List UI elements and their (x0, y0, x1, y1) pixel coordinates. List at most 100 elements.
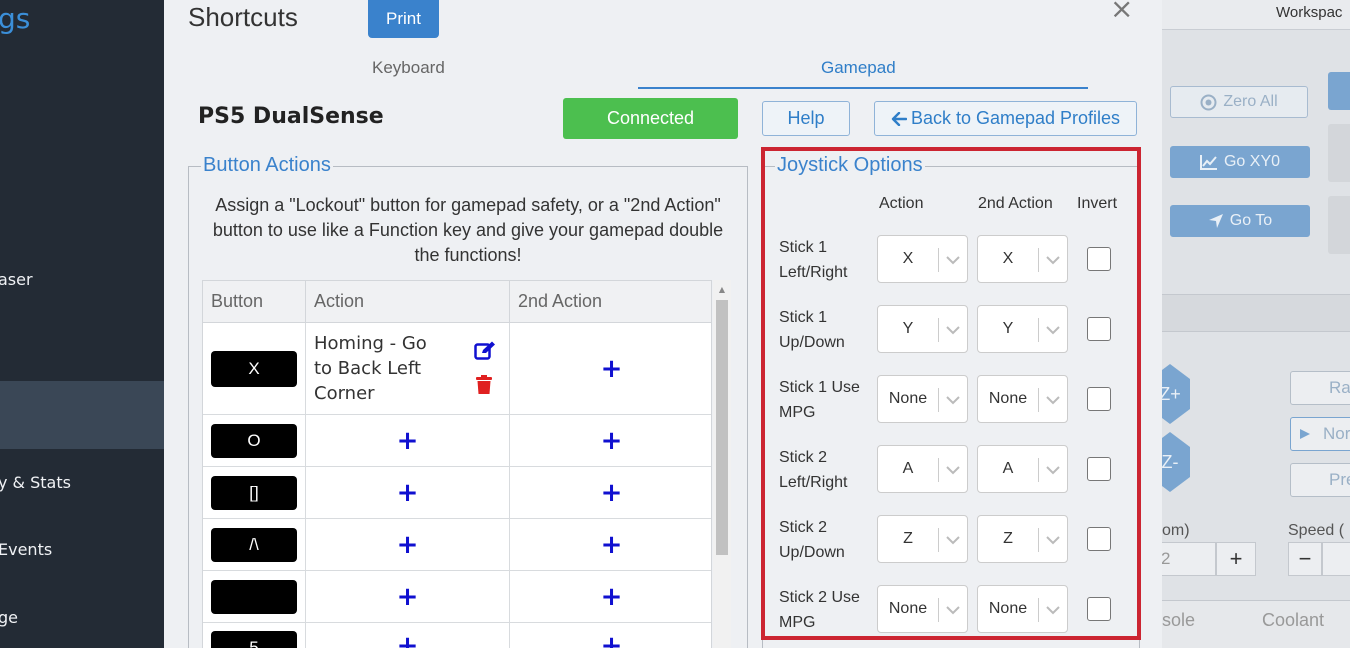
back-to-profiles-button[interactable]: Back to Gamepad Profiles (874, 101, 1137, 136)
go-to-button[interactable]: Go To (1170, 205, 1310, 237)
speed-label: Speed ( (1288, 522, 1345, 539)
highlight-box (761, 147, 1141, 640)
location-arrow-icon (1208, 214, 1223, 228)
second-action-cell: + (510, 415, 711, 466)
speed-input[interactable] (1322, 542, 1350, 576)
go-xy0-button[interactable]: Go XY0 (1170, 146, 1310, 178)
action-cell: Homing - Go to Back Left Corner (306, 323, 510, 414)
add-second-action-button[interactable]: + (601, 633, 623, 648)
button-cell: 5 (203, 623, 306, 648)
add-second-action-button[interactable]: + (601, 356, 623, 382)
side-button[interactable] (1328, 72, 1350, 110)
sidebar-item-label: ge (0, 607, 18, 627)
nor-button[interactable]: Nor (1290, 417, 1350, 451)
add-second-action-button[interactable]: + (601, 584, 623, 610)
sidebar-item-stats[interactable]: y & Stats (0, 449, 164, 515)
sidebar-item-storage[interactable]: ge (0, 584, 164, 648)
button-cell (203, 571, 306, 622)
edit-icon[interactable] (474, 341, 496, 361)
ra-button[interactable]: Ra (1290, 371, 1350, 405)
dialog-title: Shortcuts (188, 2, 298, 32)
section-description: Assign a "Lockout" button for gamepad sa… (212, 195, 724, 265)
pre-button[interactable]: Pre (1290, 463, 1350, 497)
gamepad-button-key (211, 579, 297, 614)
connected-status-button[interactable]: Connected (563, 98, 738, 139)
second-action-cell: + (510, 519, 711, 570)
column-header: 2nd Action (510, 281, 711, 323)
step-input[interactable]: 2 (1162, 542, 1216, 576)
z-plus-label: Z+ (1162, 383, 1181, 404)
tab-coolant[interactable]: Coolant (1262, 610, 1324, 631)
add-action-button[interactable]: + (397, 584, 419, 610)
sidebar-item-label: Events (0, 539, 53, 559)
gamepad-button-key: 5 (211, 631, 297, 648)
second-action-cell: + (510, 571, 711, 622)
table-row: X Homing - Go to Back Left Corner + (203, 323, 711, 415)
table-scrollbar[interactable]: ▲ (713, 280, 731, 648)
side-panel (1328, 196, 1350, 254)
table-row: O + + (203, 415, 711, 467)
table-row: + + (203, 571, 711, 623)
tab-keyboard[interactable]: Keyboard (372, 58, 445, 78)
table-row: [] + + (203, 467, 711, 519)
gamepad-button-key: [] (211, 475, 297, 510)
add-second-action-button[interactable]: + (601, 480, 623, 506)
field-label-om: om) (1162, 522, 1190, 539)
back-label: Back to Gamepad Profiles (910, 108, 1121, 128)
button-cell: [] (203, 467, 306, 518)
column-header: Action (306, 281, 510, 323)
z-minus-button[interactable]: Z- (1162, 432, 1190, 492)
chart-icon (1199, 155, 1217, 170)
add-action-button[interactable]: + (397, 480, 419, 506)
pre-label: Pre (1329, 470, 1350, 489)
tab-gamepad[interactable]: Gamepad (821, 58, 896, 78)
gamepad-button-key: X (211, 350, 297, 387)
zero-all-label: Zero All (1223, 93, 1278, 110)
section-divider (1162, 294, 1350, 332)
button-cell: /\ (203, 519, 306, 570)
go-xy0-label: Go XY0 (1223, 153, 1281, 170)
background-panel: Workspac Zero All Go XY0 Go To Z+ Z- Ra … (1162, 0, 1350, 648)
profile-name: PS5 DualSense (198, 104, 384, 129)
button-actions-section: Button Actions Assign a "Lockout" button… (188, 154, 748, 648)
help-button[interactable]: Help (762, 101, 850, 136)
app-brand: gs (0, 2, 31, 35)
speed-minus-button[interactable]: − (1288, 542, 1322, 576)
action-cell: + (306, 467, 510, 518)
zero-all-button[interactable]: Zero All (1170, 86, 1308, 118)
add-second-action-button[interactable]: + (601, 532, 623, 558)
sidebar-item-laser[interactable]: aser (0, 246, 164, 312)
z-plus-button[interactable]: Z+ (1162, 364, 1190, 424)
second-action-cell: + (510, 467, 711, 518)
trash-icon[interactable] (475, 375, 493, 395)
arrow-left-icon (891, 111, 907, 126)
add-action-button[interactable]: + (397, 532, 419, 558)
action-cell: + (306, 415, 510, 466)
gamepad-button-key: O (211, 423, 297, 458)
tab-console[interactable]: sole (1162, 610, 1195, 631)
second-action-cell: + (510, 323, 711, 414)
add-second-action-button[interactable]: + (601, 428, 623, 454)
action-cell: + (306, 519, 510, 570)
button-cell: X (203, 323, 306, 414)
nor-label: Nor (1323, 424, 1350, 443)
target-icon (1200, 94, 1217, 110)
workspace-label: Workspac (1276, 4, 1343, 21)
print-button[interactable]: Print (368, 0, 439, 38)
add-action-button[interactable]: + (397, 428, 419, 454)
sidebar-item-label: aser (0, 269, 33, 289)
step-plus-button[interactable]: + (1216, 542, 1256, 576)
scrollbar-thumb[interactable] (716, 300, 728, 555)
sidebar-item-events[interactable]: Events (0, 516, 164, 582)
sidebar-item-active[interactable] (0, 381, 164, 449)
play-icon (1300, 429, 1310, 439)
side-panel (1328, 124, 1350, 182)
gamepad-button-key: /\ (211, 527, 297, 562)
scroll-up-arrow-icon[interactable]: ▲ (713, 280, 731, 298)
add-action-button[interactable]: + (397, 633, 419, 648)
button-cell: O (203, 415, 306, 466)
z-minus-label: Z- (1162, 451, 1179, 472)
table-row: 5 + + (203, 623, 711, 648)
close-icon[interactable]: × (1110, 0, 1133, 25)
shortcuts-dialog: Shortcuts Print × Keyboard Gamepad PS5 D… (164, 0, 1162, 648)
